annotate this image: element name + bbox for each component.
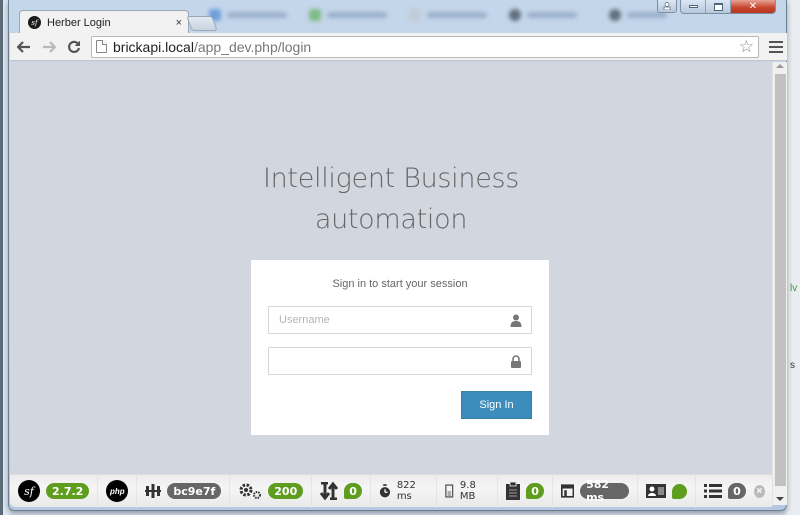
forms-count-badge: 0 [526, 483, 544, 499]
sf-toolbar-block-security[interactable] [638, 474, 697, 508]
window-controls: ✕ [657, 0, 776, 14]
symfony-debug-toolbar: sf 2.7.2 php bc9e7f 200 0 822 ms 9.8 MB [10, 474, 772, 508]
symfony-icon: sf [28, 16, 41, 29]
sf-toolbar-block-config[interactable]: sf 2.7.2 [10, 474, 99, 508]
minimize-button[interactable] [681, 0, 706, 13]
password-field [268, 347, 532, 375]
user-icon [510, 314, 522, 327]
ajax-arrows-icon [320, 481, 339, 501]
sf-toolbar-block-php[interactable]: php [98, 474, 138, 508]
username-field [268, 306, 532, 334]
tab-herber-login[interactable]: sf Herber Login × [19, 10, 189, 34]
reload-icon [68, 40, 81, 53]
lock-icon [511, 355, 521, 368]
memory-usage: 9.8 MB [459, 480, 476, 502]
tab-close-icon[interactable]: × [176, 17, 182, 29]
ajax-count-badge: 0 [344, 483, 362, 499]
memory-icon [445, 484, 454, 498]
stopwatch-icon [379, 484, 390, 498]
close-window-button[interactable]: ✕ [731, 0, 775, 13]
desktop-background-right: lv s [786, 0, 800, 515]
hamburger-icon-line [769, 40, 783, 43]
url-host: brickapi.local [113, 38, 194, 55]
sign-in-button[interactable]: Sign In [461, 391, 532, 419]
profile-button[interactable] [657, 0, 677, 13]
maximize-button[interactable] [706, 0, 731, 13]
sf-toolbar-block-time[interactable]: 822 ms [371, 474, 438, 508]
browser-window: ✕ sf Herber Login × brickapi.local/app_d… [8, 0, 787, 511]
sf-toolbar-block-memory[interactable]: 9.8 MB [437, 474, 499, 508]
db-queries-badge: 0 [728, 483, 746, 499]
scroll-down-arrow-icon[interactable] [776, 497, 784, 501]
headline-line-1: Intelligent Business [262, 163, 520, 194]
new-tab-button[interactable] [186, 16, 218, 31]
gears-icon [239, 483, 262, 499]
sf-toolbar-block-ajax[interactable]: 0 [312, 474, 371, 508]
browser-menu-button[interactable] [766, 39, 786, 55]
php-logo-icon: php [106, 480, 129, 502]
authenticated-status-icon [672, 483, 688, 499]
bookmark-star-icon[interactable]: ☆ [739, 37, 754, 57]
clipboard-icon [506, 482, 521, 500]
page-viewport: Intelligent Business automation Sign in … [10, 62, 772, 497]
address-bar[interactable]: brickapi.local/app_dev.php/login ☆ [91, 35, 759, 58]
sf-toolbar-block-db[interactable]: 0 [696, 475, 754, 508]
sf-toolbar-block-forms[interactable]: 0 [498, 474, 553, 508]
minimize-icon [688, 5, 698, 8]
background-tab[interactable] [409, 8, 487, 22]
background-window-text: s [790, 360, 795, 371]
page-icon [96, 40, 107, 53]
scrollbar-thumb[interactable] [775, 74, 786, 486]
username-input[interactable] [269, 307, 531, 333]
reload-button[interactable] [63, 36, 85, 58]
profiler-token-badge: bc9e7f [167, 483, 222, 499]
user-icon [663, 2, 671, 10]
login-box: Sign in to start your session Sign In [251, 260, 549, 435]
back-button[interactable] [13, 36, 35, 58]
arrow-right-icon [43, 40, 56, 53]
browser-toolbar: brickapi.local/app_dev.php/login ☆ [10, 33, 787, 61]
profiler-bars-icon [145, 484, 162, 498]
sf-toolbar-block-token[interactable]: bc9e7f [137, 474, 231, 508]
url-path: /app_dev.php/login [193, 38, 312, 55]
template-icon [560, 484, 575, 498]
database-icon [704, 484, 723, 498]
status-code-badge: 200 [268, 483, 304, 499]
arrow-left-icon [17, 40, 30, 53]
login-logo: Intelligent Business automation [10, 158, 772, 240]
close-icon: ✕ [748, 1, 758, 12]
close-toolbar-icon[interactable]: × [753, 484, 765, 498]
login-box-message: Sign in to start your session [332, 278, 468, 290]
maximize-icon [713, 2, 723, 11]
vertical-scrollbar[interactable] [772, 62, 787, 505]
headline-line-2: automation [314, 204, 468, 235]
user-card-icon [646, 484, 667, 498]
background-tab[interactable] [309, 8, 387, 22]
password-input[interactable] [269, 348, 531, 374]
tab-title: Herber Login [47, 16, 111, 29]
forward-button[interactable] [38, 36, 60, 58]
background-tabs [199, 2, 669, 30]
symfony-version-badge: 2.7.2 [46, 483, 90, 499]
request-time: 822 ms [396, 480, 416, 502]
background-tab[interactable] [209, 8, 287, 22]
render-time-badge: 582 ms [580, 478, 630, 504]
sf-toolbar-block-request[interactable]: 200 [230, 474, 313, 508]
symfony-logo-icon: sf [18, 480, 40, 502]
background-window-text: lv [790, 283, 798, 294]
sf-toolbar-block-twig[interactable]: 582 ms [553, 474, 639, 508]
scroll-up-arrow-icon[interactable] [776, 64, 784, 68]
background-tab[interactable] [509, 8, 577, 22]
